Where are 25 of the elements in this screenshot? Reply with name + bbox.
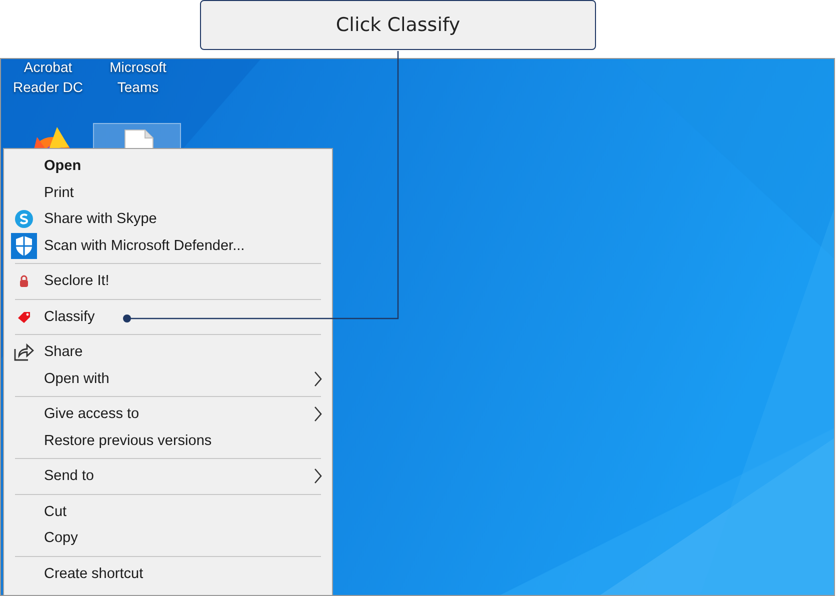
desktop-icon-label[interactable]: Acrobat Reader DC — [8, 59, 88, 97]
share-icon — [14, 343, 34, 362]
skype-icon — [14, 209, 34, 230]
menu-item[interactable]: Cut — [4, 498, 332, 525]
menu-item[interactable]: Classify — [4, 304, 332, 330]
callout: Click Classify — [200, 0, 596, 50]
chevron-right-icon — [314, 406, 322, 422]
chevron-right-icon — [314, 468, 322, 484]
menu-item[interactable]: Create shortcut — [4, 560, 332, 587]
menu-item[interactable]: Print — [4, 180, 332, 206]
chevron-right-icon — [314, 370, 322, 386]
menu-item[interactable]: Open with — [4, 366, 332, 392]
menu-item[interactable]: Scan with Microsoft Defender... — [4, 232, 332, 259]
menu-item[interactable]: Copy — [4, 525, 332, 552]
menu-item[interactable]: Open — [4, 153, 332, 180]
menu-item[interactable]: Restore previous versions — [4, 428, 332, 454]
shield-icon — [11, 232, 37, 259]
menu-item[interactable]: Share — [4, 339, 332, 366]
menu-item[interactable]: Share with Skype — [4, 206, 332, 232]
menu-item[interactable]: Send to — [4, 463, 332, 490]
lock-icon — [19, 275, 29, 288]
menu-item[interactable]: Give access to — [4, 401, 332, 428]
desktop-icon-label[interactable]: Microsoft Teams — [98, 59, 178, 97]
menu-item[interactable]: Seclore It! — [4, 268, 332, 294]
tag-icon — [17, 310, 31, 323]
